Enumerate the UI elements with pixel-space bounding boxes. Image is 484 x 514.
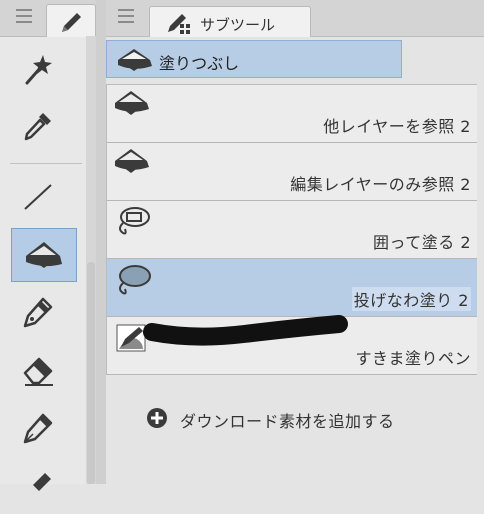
sub-tool-item[interactable]: 他レイヤーを参照 2 xyxy=(107,85,477,143)
sub-tool-group-label: 塗りつぶし xyxy=(159,54,240,73)
pen-icon xyxy=(62,13,81,32)
sub-tool-label: 他レイヤーを参照 2 xyxy=(323,117,471,136)
magic-wand-icon xyxy=(25,55,52,85)
tool-magic-wand[interactable] xyxy=(10,44,68,98)
brush-stroke-preview xyxy=(143,315,348,346)
pen-partial-icon xyxy=(33,473,51,491)
tab-tool[interactable] xyxy=(46,4,96,37)
tool-fill[interactable] xyxy=(11,228,77,282)
tool-eraser[interactable] xyxy=(10,344,68,398)
sub-tool-panel-header: サブツール xyxy=(106,0,484,37)
line-figure-icon xyxy=(24,184,52,210)
sub-tool-label: すきま塗りペン xyxy=(355,349,471,368)
fill-bucket-icon xyxy=(118,49,152,71)
fountain-pen-icon xyxy=(23,413,53,444)
sub-tool-label: 編集レイヤーのみ参照 2 xyxy=(290,175,471,194)
tool-figure-line[interactable] xyxy=(10,170,68,224)
sub-tool-item[interactable]: 囲って塗る 2 xyxy=(107,201,477,259)
hamburger-menu-icon[interactable] xyxy=(118,9,134,23)
add-download-material-button[interactable]: ダウンロード素材を追加する xyxy=(146,404,466,434)
tool-scrollbar-thumb[interactable] xyxy=(87,262,95,484)
pen-nib-icon xyxy=(23,297,53,328)
tab-sub-tool[interactable]: サブツール xyxy=(149,6,311,37)
tool-partial[interactable] xyxy=(10,460,68,514)
lasso-fill-icon xyxy=(119,265,151,295)
lasso-fill-icon xyxy=(119,207,150,235)
hamburger-menu-icon[interactable] xyxy=(16,9,32,23)
eyedropper-icon xyxy=(24,113,51,141)
sub-tool-group-fill[interactable]: 塗りつぶし xyxy=(106,40,402,78)
tool-eyedropper[interactable] xyxy=(10,100,68,154)
plus-circle-icon xyxy=(147,408,167,428)
tool-pen[interactable] xyxy=(10,286,68,340)
tool-divider xyxy=(10,163,82,164)
sub-tool-item-selected[interactable]: 投げなわ塗り 2 xyxy=(107,259,477,317)
sub-tool-item[interactable]: 編集レイヤーのみ参照 2 xyxy=(107,143,477,201)
tool-decoration[interactable] xyxy=(10,402,68,456)
tool-panel xyxy=(0,0,96,491)
sub-tool-title: サブツール xyxy=(200,16,276,34)
fill-bucket-icon xyxy=(115,149,149,173)
add-material-label: ダウンロード素材を追加する xyxy=(180,412,395,431)
sub-tool-label: 囲って塗る 2 xyxy=(373,233,471,252)
sub-tool-label: 投げなわ塗り 2 xyxy=(351,287,471,311)
sub-tool-icon xyxy=(168,14,190,34)
fill-bucket-icon xyxy=(26,242,62,268)
fill-bucket-icon xyxy=(115,91,149,115)
eraser-icon xyxy=(23,357,53,386)
tool-panel-header xyxy=(0,0,96,37)
panel-splitter[interactable] xyxy=(96,0,106,484)
